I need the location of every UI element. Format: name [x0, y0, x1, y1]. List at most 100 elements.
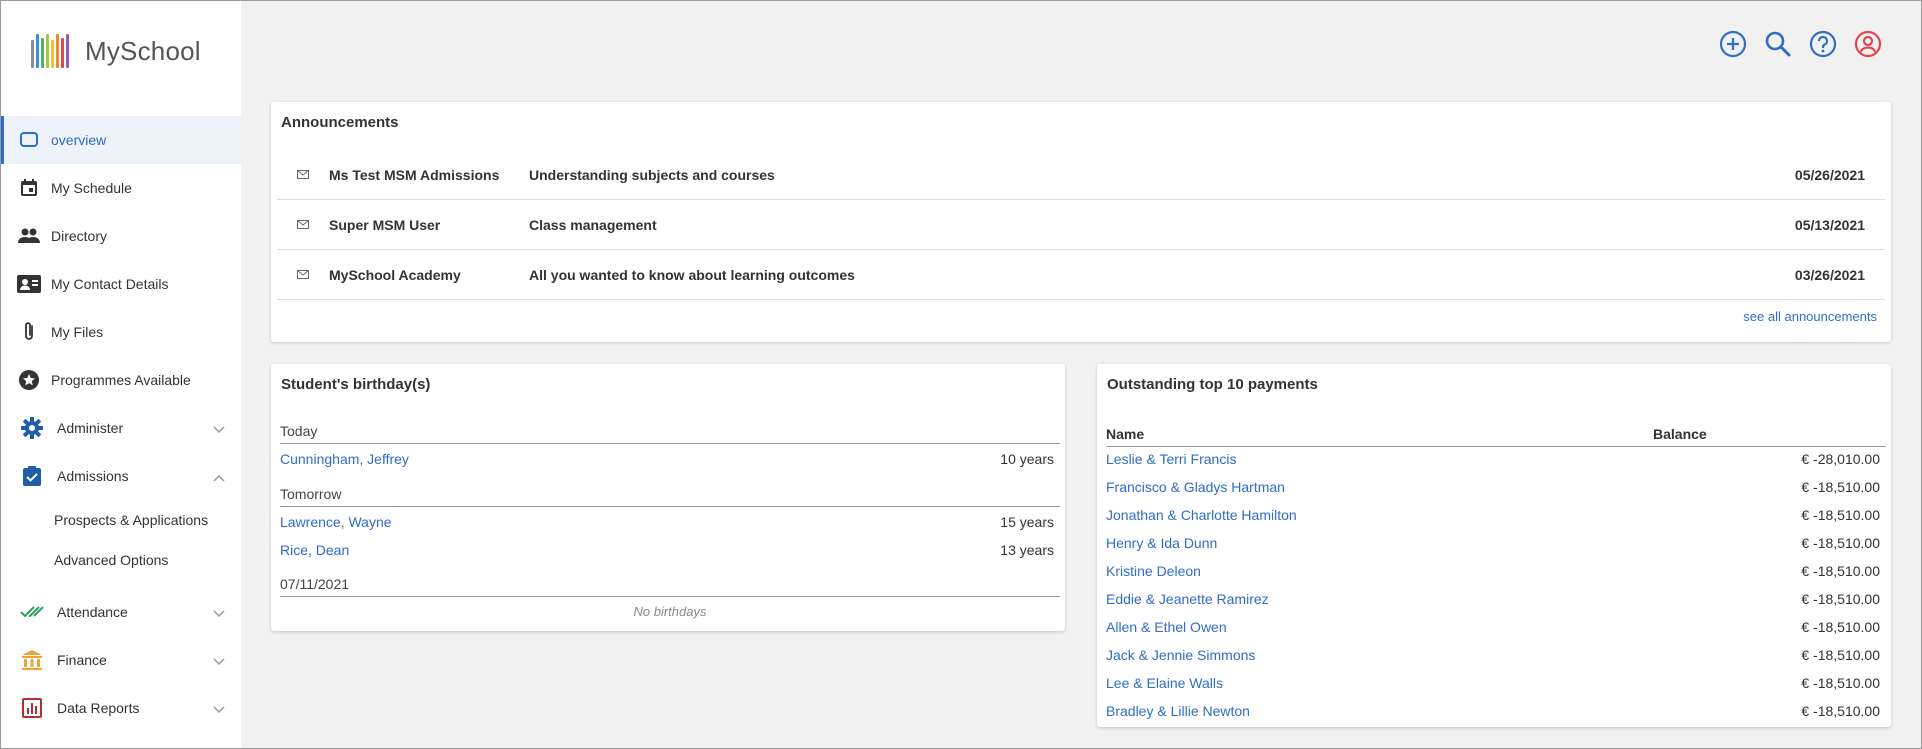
sidebar-item-label: Attendance [57, 604, 128, 620]
announcement-row[interactable]: Ms Test MSM Admissions Understanding sub… [277, 150, 1885, 200]
birthdays-title: Student's birthday(s) [281, 376, 431, 393]
birthdays-card: Student's birthday(s) Today Cunningham, … [271, 364, 1065, 631]
payment-row: Jack & Jennie Simmons € -18,510.00 [1106, 641, 1886, 669]
envelope-icon [277, 270, 329, 279]
sidebar-item-administer[interactable]: Administer [1, 404, 241, 452]
column-header-balance: Balance [1653, 426, 1707, 442]
sidebar-item-label: Programmes Available [51, 372, 191, 388]
column-header-name: Name [1106, 426, 1145, 442]
chevron-down-icon [213, 605, 225, 621]
payment-row: Jonathan & Charlotte Hamilton € -18,510.… [1106, 501, 1886, 529]
square-icon [17, 128, 41, 152]
student-link[interactable]: Lawrence, Wayne [280, 514, 392, 530]
envelope-icon [277, 170, 329, 179]
announcements-card: Announcements Ms Test MSM Admissions Und… [271, 102, 1891, 342]
family-link[interactable]: Henry & Ida Dunn [1106, 535, 1217, 551]
balance-value: € -18,510.00 [1801, 591, 1880, 607]
sidebar-item-label: My Files [51, 324, 104, 340]
announcement-subject: Class management [529, 216, 657, 233]
balance-value: € -18,510.00 [1801, 647, 1880, 663]
envelope-icon [277, 220, 329, 229]
announcements-title: Announcements [281, 114, 399, 131]
student-link[interactable]: Rice, Dean [280, 542, 349, 558]
birthday-row: Lawrence, Wayne 15 years [280, 508, 1060, 536]
sidebar-item-label: overview [51, 132, 107, 148]
paperclip-icon [17, 320, 41, 344]
student-link[interactable]: Cunningham, Jeffrey [280, 451, 409, 467]
sidebar-item-my-contact-details[interactable]: My Contact Details [1, 260, 241, 308]
announcement-subject: Understanding subjects and courses [529, 166, 775, 183]
balance-value: € -18,510.00 [1801, 619, 1880, 635]
sidebar: MySchool overview My Schedule Directory … [1, 1, 241, 748]
family-link[interactable]: Allen & Ethel Owen [1106, 619, 1227, 635]
payment-row: Kristine Deleon € -18,510.00 [1106, 557, 1886, 585]
bar-chart-icon [20, 696, 44, 720]
calendar-icon [17, 176, 41, 200]
payment-row: Eddie & Jeanette Ramirez € -18,510.00 [1106, 585, 1886, 613]
announcement-row[interactable]: Super MSM User Class management 05/13/20… [277, 200, 1885, 250]
sidebar-item-overview[interactable]: overview [1, 116, 241, 164]
sidebar-item-my-schedule[interactable]: My Schedule [1, 164, 241, 212]
announcement-from: Ms Test MSM Admissions [329, 166, 500, 183]
sidebar-item-my-files[interactable]: My Files [1, 308, 241, 356]
family-link[interactable]: Bradley & Lillie Newton [1106, 703, 1250, 719]
sidebar-item-label: Data Reports [57, 700, 140, 716]
announcement-from: MySchool Academy [329, 266, 461, 283]
search-icon[interactable] [1764, 30, 1792, 58]
payment-row: Henry & Ida Dunn € -18,510.00 [1106, 529, 1886, 557]
family-link[interactable]: Jack & Jennie Simmons [1106, 647, 1255, 663]
birthday-group-heading: 07/11/2021 [280, 571, 1060, 597]
profile-icon[interactable] [1854, 30, 1882, 58]
gear-icon [20, 416, 44, 440]
family-link[interactable]: Leslie & Terri Francis [1106, 451, 1236, 467]
family-link[interactable]: Kristine Deleon [1106, 563, 1201, 579]
student-age: 13 years [1000, 542, 1054, 558]
balance-value: € -18,510.00 [1801, 507, 1880, 523]
chevron-down-icon [213, 701, 225, 717]
payment-row: Bradley & Lillie Newton € -18,510.00 [1106, 697, 1886, 725]
birthday-row: Rice, Dean 13 years [280, 536, 1060, 564]
sidebar-subitem-advanced-options[interactable]: Advanced Options [1, 540, 241, 580]
chevron-down-icon [213, 421, 225, 437]
announcement-from: Super MSM User [329, 216, 441, 233]
family-link[interactable]: Lee & Elaine Walls [1106, 675, 1223, 691]
people-icon [17, 224, 41, 248]
sidebar-item-admissions[interactable]: Admissions [1, 452, 241, 500]
double-check-icon [20, 600, 44, 624]
add-circle-icon[interactable] [1719, 30, 1747, 58]
sidebar-item-programmes-available[interactable]: Programmes Available [1, 356, 241, 404]
balance-value: € -28,010.00 [1801, 451, 1880, 467]
balance-value: € -18,510.00 [1801, 479, 1880, 495]
family-link[interactable]: Eddie & Jeanette Ramirez [1106, 591, 1269, 607]
announcement-row[interactable]: MySchool Academy All you wanted to know … [277, 250, 1885, 300]
sidebar-subitem-prospects-applications[interactable]: Prospects & Applications [1, 500, 241, 540]
payment-row: Allen & Ethel Owen € -18,510.00 [1106, 613, 1886, 641]
logo[interactable]: MySchool [31, 31, 201, 71]
announcement-date: 05/13/2021 [1794, 216, 1865, 233]
payment-row: Francisco & Gladys Hartman € -18,510.00 [1106, 473, 1886, 501]
bank-icon [20, 648, 44, 672]
help-icon[interactable] [1809, 30, 1837, 58]
sidebar-item-attendance[interactable]: Attendance [1, 588, 241, 636]
payment-row: Lee & Elaine Walls € -18,510.00 [1106, 669, 1886, 697]
announcement-subject: All you wanted to know about learning ou… [529, 266, 855, 283]
sidebar-item-directory[interactable]: Directory [1, 212, 241, 260]
sidebar-item-finance[interactable]: Finance [1, 636, 241, 684]
sidebar-item-data-reports[interactable]: Data Reports [1, 684, 241, 732]
no-birthdays-text: No birthdays [633, 604, 707, 619]
sidebar-item-label: Administer [57, 420, 124, 436]
family-link[interactable]: Francisco & Gladys Hartman [1106, 479, 1285, 495]
chevron-up-icon [213, 469, 225, 485]
see-all-announcements-link[interactable]: see all announcements [1743, 309, 1877, 324]
sidebar-item-label: Admissions [57, 468, 129, 484]
balance-value: € -18,510.00 [1801, 703, 1880, 719]
payments-title: Outstanding top 10 payments [1107, 376, 1318, 393]
sidebar-item-label: My Contact Details [51, 276, 169, 292]
sidebar-item-label: Directory [51, 228, 108, 244]
family-link[interactable]: Jonathan & Charlotte Hamilton [1106, 507, 1297, 523]
payment-row: Leslie & Terri Francis € -28,010.00 [1106, 445, 1886, 473]
top-toolbar [1719, 30, 1882, 58]
birthday-row: Cunningham, Jeffrey 10 years [280, 445, 1060, 473]
balance-value: € -18,510.00 [1801, 563, 1880, 579]
